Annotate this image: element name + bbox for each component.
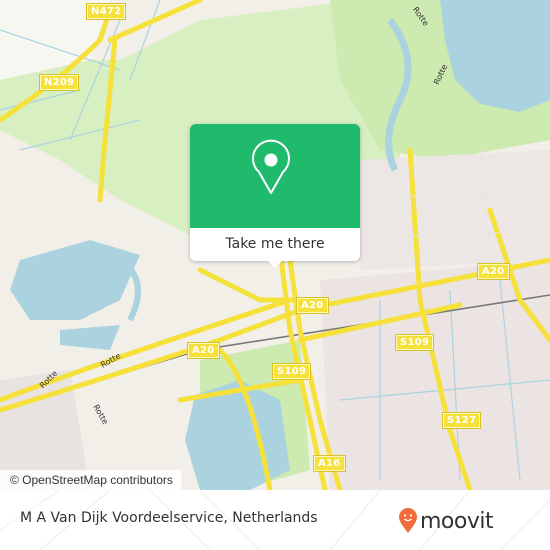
take-me-there-button[interactable]: Take me there [190,228,360,261]
moovit-pin-icon [399,508,417,533]
road-shield-n209: N209 [40,75,79,90]
road-shield-a16: A16 [314,456,345,471]
road-shield-a20-center: A20 [297,298,328,313]
map-attribution[interactable]: © OpenStreetMap contributors [0,470,181,490]
popup-pointer [268,261,282,268]
place-name: M A Van Dijk Voordeelservice, Netherland… [20,510,318,526]
road-shield-a20-west: A20 [188,343,219,358]
road-shield-n472: N472 [87,4,126,19]
road-shield-s109-east: S109 [396,335,434,350]
map-pin-icon [252,139,290,194]
popup-header [190,124,360,228]
road-shield-s109-center: S109 [273,364,311,379]
moovit-logo[interactable]: moovit [398,503,494,539]
footer: M A Van Dijk Voordeelservice, Netherland… [0,490,550,550]
road-shield-a20-east: A20 [478,264,509,279]
map[interactable]: N472 N209 A20 A20 A20 S109 S109 S127 A16… [0,0,550,490]
logo-text: moovit [420,508,494,534]
road-shield-s127: S127 [443,413,481,428]
location-popup[interactable]: Take me there [190,124,360,261]
